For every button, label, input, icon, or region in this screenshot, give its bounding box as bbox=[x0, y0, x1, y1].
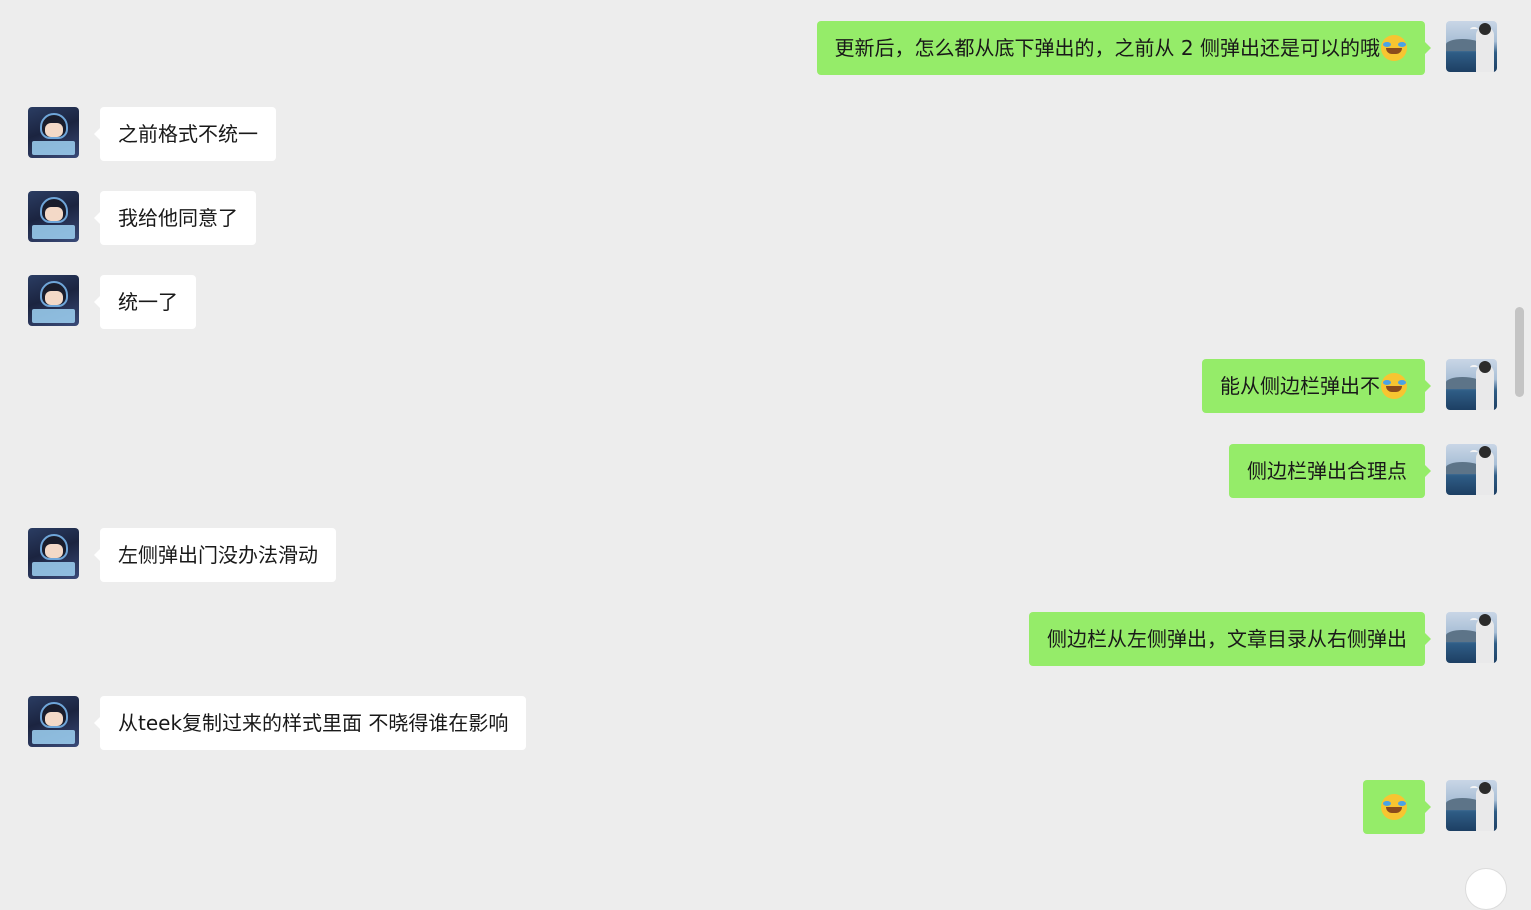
message-text: 我给他同意了 bbox=[118, 206, 238, 230]
avatar-self[interactable] bbox=[1446, 780, 1497, 831]
message-text: 侧边栏从左侧弹出，文章目录从右侧弹出 bbox=[1047, 627, 1407, 651]
message-bubble-other[interactable]: 统一了 bbox=[94, 275, 196, 329]
message-bubble-self[interactable] bbox=[1363, 780, 1431, 834]
laughing-crying-emoji-icon bbox=[1381, 372, 1407, 399]
avatar-other[interactable] bbox=[28, 696, 79, 747]
avatar-other[interactable] bbox=[28, 191, 79, 242]
message-text: 侧边栏弹出合理点 bbox=[1247, 459, 1407, 483]
message-bubble-other[interactable]: 左侧弹出门没办法滑动 bbox=[94, 528, 336, 582]
message-text: 能从侧边栏弹出不 bbox=[1220, 374, 1380, 398]
scrollbar-thumb[interactable] bbox=[1515, 307, 1524, 397]
message-bubble-other[interactable]: 之前格式不统一 bbox=[94, 107, 276, 161]
message-bubble-self[interactable]: 能从侧边栏弹出不 bbox=[1202, 359, 1431, 413]
laughing-crying-emoji-icon bbox=[1381, 793, 1407, 820]
avatar-self[interactable] bbox=[1446, 612, 1497, 663]
scroll-to-bottom-button[interactable] bbox=[1465, 868, 1507, 910]
chat-message-list[interactable]: 更新后，怎么都从底下弹出的，之前从 2 侧弹出还是可以的哦 之前格式不统一 我给… bbox=[0, 0, 1531, 910]
message-text: 左侧弹出门没办法滑动 bbox=[118, 543, 318, 567]
message-text: 从teek复制过来的样式里面 不晓得谁在影响 bbox=[118, 711, 509, 735]
avatar-self[interactable] bbox=[1446, 359, 1497, 410]
message-text: 更新后，怎么都从底下弹出的，之前从 2 侧弹出还是可以的哦 bbox=[834, 36, 1380, 60]
laughing-crying-emoji-icon bbox=[1381, 34, 1407, 61]
message-bubble-self[interactable]: 侧边栏弹出合理点 bbox=[1229, 444, 1431, 498]
avatar-other[interactable] bbox=[28, 275, 79, 326]
avatar-other[interactable] bbox=[28, 107, 79, 158]
message-text: 统一了 bbox=[118, 290, 178, 314]
avatar-self[interactable] bbox=[1446, 21, 1497, 72]
avatar-other[interactable] bbox=[28, 528, 79, 579]
message-text: 之前格式不统一 bbox=[118, 122, 258, 146]
message-bubble-self[interactable]: 更新后，怎么都从底下弹出的，之前从 2 侧弹出还是可以的哦 bbox=[816, 21, 1432, 75]
avatar-self[interactable] bbox=[1446, 444, 1497, 495]
message-bubble-self[interactable]: 侧边栏从左侧弹出，文章目录从右侧弹出 bbox=[1029, 612, 1431, 666]
message-bubble-other[interactable]: 我给他同意了 bbox=[94, 191, 256, 245]
message-bubble-other[interactable]: 从teek复制过来的样式里面 不晓得谁在影响 bbox=[93, 696, 527, 750]
